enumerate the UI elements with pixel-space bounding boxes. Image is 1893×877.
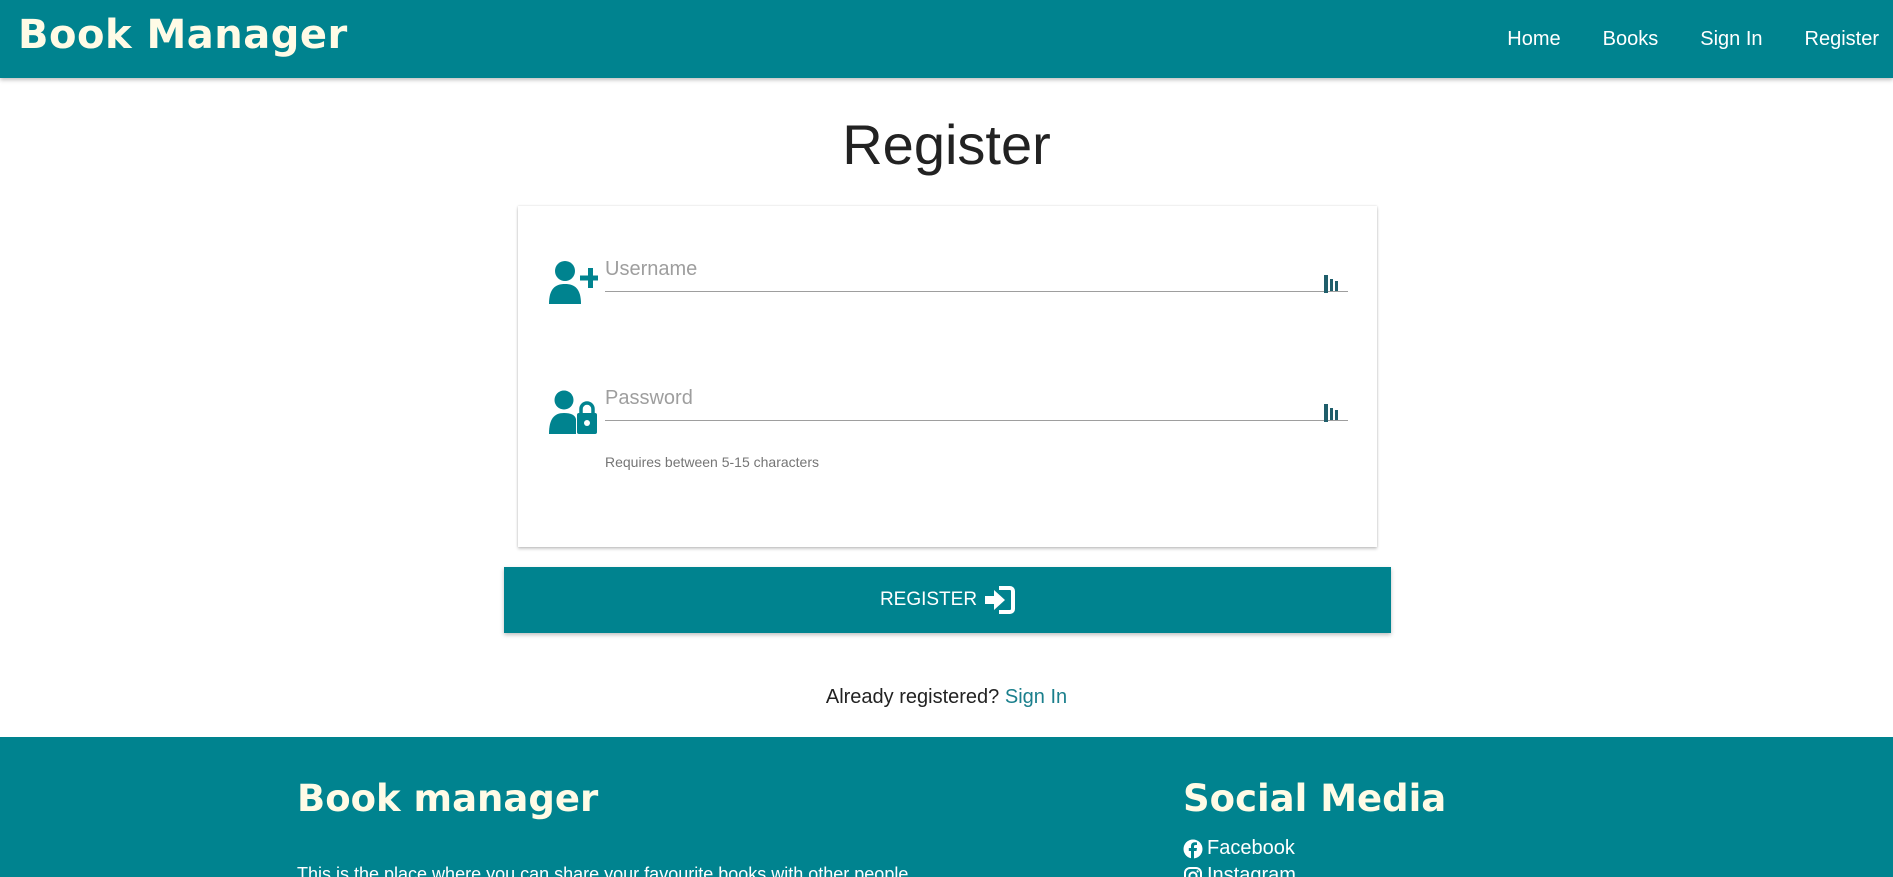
nav-sign-in[interactable]: Sign In (1700, 28, 1762, 51)
page-title: Register (842, 113, 1051, 176)
facebook-link[interactable]: Facebook (1183, 837, 1295, 860)
sign-in-link[interactable]: Sign In (1005, 686, 1067, 708)
register-button-label: REGISTER (879, 589, 978, 610)
footer-description: This is the place where you can share yo… (297, 864, 909, 877)
user-plus-icon (549, 261, 598, 304)
facebook-label: Facebook (1207, 837, 1295, 859)
nav-links: Home Books Sign In Register (1465, 0, 1879, 78)
brand-logo[interactable]: Book Manager (18, 12, 348, 58)
password-manager-icon[interactable] (1323, 274, 1339, 294)
nav-home[interactable]: Home (1507, 28, 1560, 51)
register-button[interactable]: REGISTER (504, 567, 1391, 633)
nav-books[interactable]: Books (1603, 28, 1659, 51)
sign-in-prompt: Already registered? Sign In (0, 686, 1893, 709)
password-manager-icon[interactable] (1323, 403, 1339, 423)
password-helper-text: Requires between 5-15 characters (605, 454, 820, 470)
social-media-title: Social Media (1183, 777, 1447, 820)
user-lock-icon (549, 390, 597, 434)
instagram-label: Instagram (1207, 864, 1296, 877)
sign-in-icon (985, 586, 1016, 614)
sign-in-prompt-text: Already registered? (825, 686, 1000, 708)
nav-register[interactable]: Register (1805, 28, 1879, 51)
navbar: Book Manager Home Books Sign In Register (0, 0, 1893, 78)
instagram-icon (1184, 866, 1202, 877)
footer-title: Book manager (297, 777, 599, 820)
username-input[interactable] (605, 248, 1348, 292)
register-form-card: Requires between 5-15 characters (518, 206, 1377, 547)
instagram-link[interactable]: Instagram (1183, 864, 1296, 877)
password-input[interactable] (605, 377, 1348, 421)
facebook-icon (1183, 839, 1203, 858)
footer: Book manager This is the place where you… (0, 737, 1893, 877)
